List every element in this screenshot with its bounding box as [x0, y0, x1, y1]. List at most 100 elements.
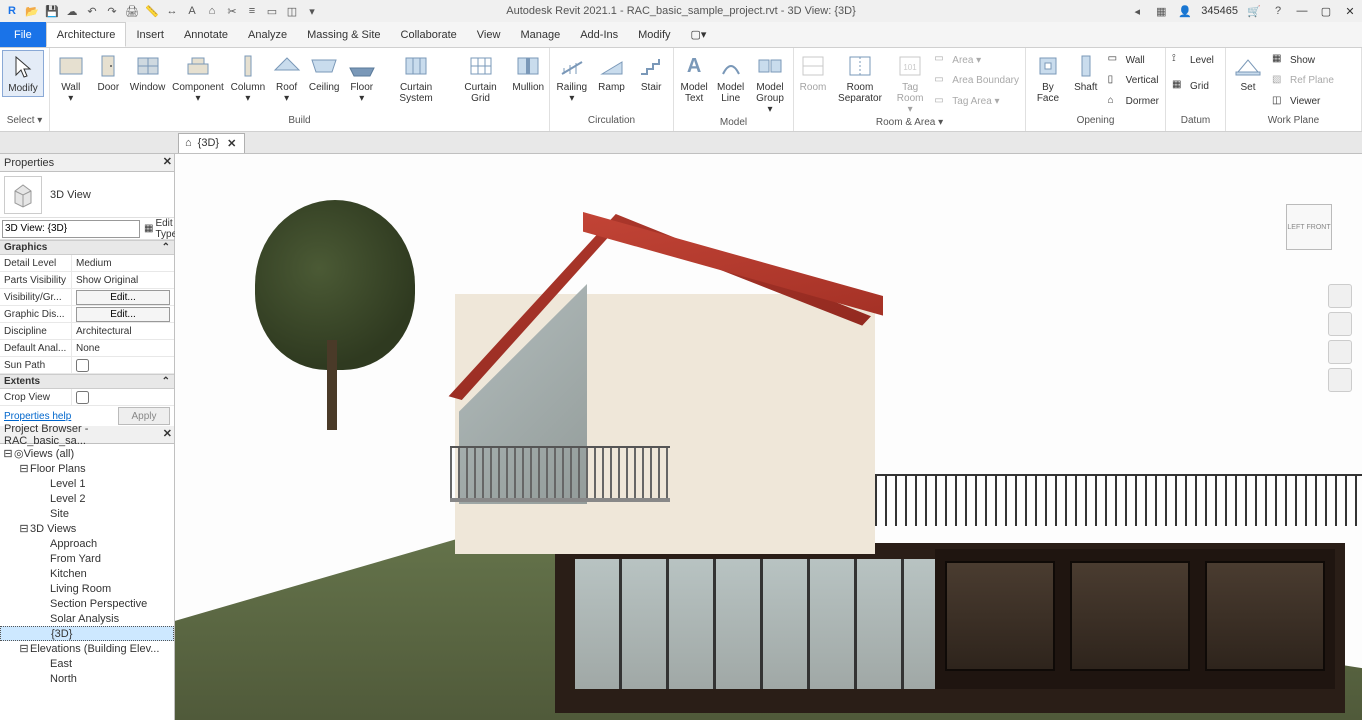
cart-icon[interactable]: 🛒	[1246, 3, 1262, 19]
apps-icon[interactable]: ▦	[1153, 3, 1169, 19]
opening-dormer-button[interactable]: ⌂Dormer	[1108, 92, 1159, 112]
tag-area-button[interactable]: ▭Tag Area ▾	[934, 92, 1019, 112]
gd-edit-button[interactable]: Edit...	[76, 307, 170, 322]
undo-icon[interactable]: ↶	[84, 3, 100, 19]
set-workplane-button[interactable]: Set	[1228, 50, 1268, 95]
viewport-3d[interactable]: LEFT FRONT	[175, 154, 1362, 720]
tree-level2[interactable]: Level 2	[0, 491, 174, 506]
room-area-title[interactable]: Room & Area ▾	[794, 117, 1025, 131]
steering-wheel-icon[interactable]	[1328, 284, 1352, 308]
zoom-icon[interactable]	[1328, 340, 1352, 364]
opening-vertical-button[interactable]: ▯Vertical	[1108, 71, 1159, 91]
project-browser-header[interactable]: Project Browser - RAC_basic_sa... ✕	[0, 426, 174, 444]
tree-floor-plans[interactable]: ⊟Floor Plans	[0, 461, 174, 476]
section-icon[interactable]: ✂	[224, 3, 240, 19]
tree-north[interactable]: North	[0, 671, 174, 686]
level-button[interactable]: ⟟Level	[1172, 50, 1214, 70]
tree-site[interactable]: Site	[0, 506, 174, 521]
tree-3d-views[interactable]: ⊟3D Views	[0, 521, 174, 536]
doc-tab-close[interactable]: ✕	[225, 137, 238, 150]
tab-view[interactable]: View	[467, 22, 511, 47]
prop-visibility-graphics[interactable]: Visibility/Gr...Edit...	[0, 289, 174, 306]
properties-close[interactable]: ✕	[163, 155, 172, 168]
save-icon[interactable]: 💾	[44, 3, 60, 19]
text-icon[interactable]: A	[184, 3, 200, 19]
tree-solar-analysis[interactable]: Solar Analysis	[0, 611, 174, 626]
print-icon[interactable]: 🖨	[124, 3, 140, 19]
prop-parts-visibility[interactable]: Parts VisibilityShow Original	[0, 272, 174, 289]
crop-view-checkbox[interactable]	[76, 391, 89, 404]
tag-room-button[interactable]: 101Tag Room▾	[890, 50, 930, 117]
view-cube[interactable]: LEFT FRONT	[1286, 204, 1332, 250]
viewer-button[interactable]: ◫Viewer	[1272, 92, 1334, 112]
type-selector[interactable]	[2, 220, 140, 238]
prop-graphic-display[interactable]: Graphic Dis...Edit...	[0, 306, 174, 323]
door-button[interactable]: Door	[90, 50, 128, 95]
model-text-button[interactable]: AModel Text	[676, 50, 712, 106]
window-button[interactable]: Window	[127, 50, 168, 95]
file-menu[interactable]: File	[0, 22, 46, 47]
curtain-system-button[interactable]: Curtain System	[381, 50, 452, 106]
tree-level1[interactable]: Level 1	[0, 476, 174, 491]
open-icon[interactable]: 📂	[24, 3, 40, 19]
qat-dropdown-icon[interactable]: ▾	[304, 3, 320, 19]
orbit-icon[interactable]	[1328, 368, 1352, 392]
curtain-grid-button[interactable]: Curtain Grid	[452, 50, 510, 106]
edit-type-button[interactable]: ▦Edit Type	[144, 218, 177, 240]
default3d-icon[interactable]: ⌂	[204, 3, 220, 19]
maximize-button[interactable]: ▢	[1318, 3, 1334, 19]
area-boundary-button[interactable]: ▭Area Boundary	[934, 71, 1019, 91]
floor-button[interactable]: Floor▾	[343, 50, 381, 106]
thinlines-icon[interactable]: ≡	[244, 3, 260, 19]
prop-default-analysis[interactable]: Default Anal...None	[0, 340, 174, 357]
tree-approach[interactable]: Approach	[0, 536, 174, 551]
mullion-button[interactable]: Mullion	[509, 50, 547, 95]
prop-crop-view[interactable]: Crop View	[0, 389, 174, 406]
ref-plane-button[interactable]: ▧Ref Plane	[1272, 71, 1334, 91]
select-group-title[interactable]: Select ▾	[0, 115, 49, 131]
pan-icon[interactable]	[1328, 312, 1352, 336]
tab-modify[interactable]: Modify	[628, 22, 680, 47]
properties-type-thumb[interactable]: 3D View	[0, 172, 174, 218]
room-button[interactable]: Room	[796, 50, 830, 95]
help-icon[interactable]: ?	[1270, 3, 1286, 19]
tree-elevations[interactable]: ⊟Elevations (Building Elev...	[0, 641, 174, 656]
tree-east[interactable]: East	[0, 656, 174, 671]
project-browser-tree[interactable]: ⊟◎ Views (all) ⊟Floor Plans Level 1 Leve…	[0, 444, 174, 720]
properties-help-link[interactable]: Properties help	[4, 411, 71, 422]
extents-section[interactable]: Extents⌃	[0, 374, 174, 389]
prop-sun-path[interactable]: Sun Path	[0, 357, 174, 374]
roof-button[interactable]: Roof▾	[268, 50, 306, 106]
tab-annotate[interactable]: Annotate	[174, 22, 238, 47]
by-face-button[interactable]: By Face	[1028, 50, 1068, 106]
model-line-button[interactable]: Model Line	[712, 50, 749, 106]
stair-button[interactable]: Stair	[631, 50, 671, 95]
opening-wall-button[interactable]: ▭Wall	[1108, 50, 1159, 70]
area-button[interactable]: ▭Area ▾	[934, 50, 1019, 70]
redo-icon[interactable]: ↷	[104, 3, 120, 19]
keyshot-icon[interactable]: ◂	[1129, 3, 1145, 19]
tree-living-room[interactable]: Living Room	[0, 581, 174, 596]
sun-path-checkbox[interactable]	[76, 359, 89, 372]
sync-icon[interactable]: ☁	[64, 3, 80, 19]
close-hidden-icon[interactable]: ▭	[264, 3, 280, 19]
tab-play[interactable]: ▢▾	[681, 22, 717, 47]
measure-icon[interactable]: 📏	[144, 3, 160, 19]
wall-button[interactable]: Wall▾	[52, 50, 90, 106]
graphics-section[interactable]: Graphics⌃	[0, 240, 174, 255]
tab-architecture[interactable]: Architecture	[46, 22, 127, 47]
prop-discipline[interactable]: DisciplineArchitectural	[0, 323, 174, 340]
switch-windows-icon[interactable]: ◫	[284, 3, 300, 19]
model-group-button[interactable]: Model Group▾	[749, 50, 791, 117]
tree-from-yard[interactable]: From Yard	[0, 551, 174, 566]
tab-massing-site[interactable]: Massing & Site	[297, 22, 390, 47]
component-button[interactable]: Component▾	[168, 50, 228, 106]
tree-views-root[interactable]: ⊟◎ Views (all)	[0, 446, 174, 461]
tree-kitchen[interactable]: Kitchen	[0, 566, 174, 581]
properties-panel-header[interactable]: Properties ✕	[0, 154, 174, 172]
tree-3d-current[interactable]: {3D}	[0, 626, 174, 641]
signin-icon[interactable]: 👤	[1177, 3, 1193, 19]
tab-analyze[interactable]: Analyze	[238, 22, 297, 47]
column-button[interactable]: Column▾	[228, 50, 268, 106]
document-tab-3d[interactable]: ⌂ {3D} ✕	[178, 133, 245, 153]
